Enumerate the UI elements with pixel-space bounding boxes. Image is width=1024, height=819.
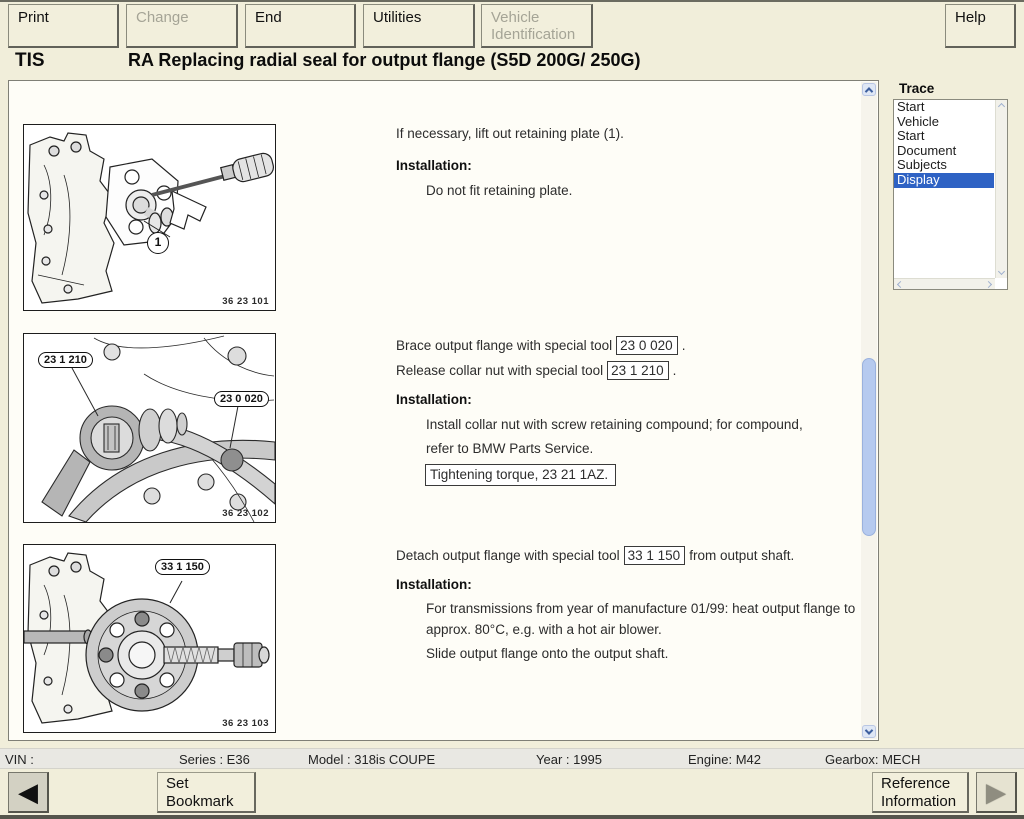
menu-label: End <box>255 9 282 26</box>
chevron-up-icon <box>998 103 1005 110</box>
trace-item-document[interactable]: Document <box>894 144 994 159</box>
special-tool-link-23-0-020[interactable]: 23 0 020 <box>616 336 678 355</box>
scrollbar-thumb[interactable] <box>862 358 876 536</box>
figure-number: 36 23 103 <box>222 718 269 729</box>
instruction-text: . <box>682 338 686 353</box>
special-tool-link-23-1-210[interactable]: 23 1 210 <box>607 361 669 380</box>
instruction-text: Brace output flange with special tool <box>396 338 612 353</box>
chevron-up-icon <box>865 87 873 95</box>
installation-heading: Installation: <box>396 158 472 173</box>
illustration-3-drawing <box>24 545 275 732</box>
instruction-line: Release collar nut with special tool 23 … <box>396 361 676 380</box>
trace-item-display[interactable]: Display <box>894 173 994 188</box>
trace-panel-title: Trace <box>899 81 934 96</box>
menu-label: Help <box>955 9 986 26</box>
instruction-text: from output shaft. <box>689 548 794 563</box>
document-content-area: 1 36 23 101 <box>8 80 879 741</box>
chevron-left-icon <box>897 281 904 288</box>
trace-vertical-scrollbar[interactable] <box>995 100 1007 278</box>
instruction-text: Release collar nut with special tool <box>396 363 603 378</box>
page-title: RA Replacing radial seal for output flan… <box>128 50 640 71</box>
instruction-line: Brace output flange with special tool 23… <box>396 336 685 355</box>
status-series: Series : E36 <box>179 752 250 767</box>
installation-note: Slide output flange onto the output shaf… <box>426 646 668 661</box>
forward-arrow-icon: ▶ <box>986 779 1006 805</box>
tightening-torque-link[interactable]: Tightening torque, 23 21 1AZ. <box>425 464 616 486</box>
app-name: TIS <box>15 50 45 72</box>
menu-button-help[interactable]: Help <box>945 4 1016 48</box>
trace-listbox: Start Vehicle Start Document Subjects Di… <box>893 99 1008 290</box>
instruction-line: Detach output flange with special tool 3… <box>396 546 794 565</box>
trace-item-start-2[interactable]: Start <box>894 129 994 144</box>
technical-illustration-1: 1 36 23 101 <box>23 124 276 311</box>
set-bookmark-label: Set Bookmark <box>166 775 244 811</box>
instruction-text: If necessary, lift out retaining plate (… <box>396 126 624 141</box>
tis-application-window: Print Change End Utilities Vehicle Ident… <box>0 0 1024 819</box>
window-top-edge <box>0 0 1024 2</box>
installation-note: For transmissions from year of manufactu… <box>426 601 855 616</box>
vehicle-status-bar: VIN : Series : E36 Model : 318is COUPE Y… <box>0 748 1024 769</box>
menu-label: Vehicle Identification <box>491 9 587 43</box>
status-gearbox: Gearbox: MECH <box>825 752 920 767</box>
chevron-right-icon <box>985 281 992 288</box>
status-model: Model : 318is COUPE <box>308 752 435 767</box>
menu-button-utilities[interactable]: Utilities <box>363 4 475 48</box>
installation-note: refer to BMW Parts Service. <box>426 441 593 456</box>
chevron-down-icon <box>865 726 873 734</box>
installation-heading: Installation: <box>396 392 472 407</box>
reference-information-label: Reference Information <box>881 775 969 811</box>
installation-heading: Installation: <box>396 577 472 592</box>
scroll-down-button[interactable] <box>862 725 876 738</box>
reference-information-button[interactable]: Reference Information <box>872 772 969 813</box>
trace-item-vehicle[interactable]: Vehicle <box>894 115 994 130</box>
trace-horizontal-scrollbar[interactable] <box>894 278 995 289</box>
menu-button-change: Change <box>126 4 238 48</box>
menu-label: Utilities <box>373 9 421 26</box>
installation-note: Do not fit retaining plate. <box>426 183 572 198</box>
figure-number: 36 23 101 <box>222 296 269 307</box>
installation-note: Install collar nut with screw retaining … <box>426 417 803 432</box>
back-arrow-icon: ◀ <box>18 779 38 805</box>
menu-button-end[interactable]: End <box>245 4 356 48</box>
forward-button[interactable]: ▶ <box>976 772 1017 813</box>
chevron-down-icon <box>998 268 1005 275</box>
content-scrollbar[interactable] <box>861 82 877 739</box>
trace-item-subjects[interactable]: Subjects <box>894 158 994 173</box>
figure-number: 36 23 102 <box>222 508 269 519</box>
technical-illustration-2: 23 1 210 23 0 020 36 23 102 <box>23 333 276 523</box>
tool-bubble-33-1-150: 33 1 150 <box>155 559 210 575</box>
set-bookmark-button[interactable]: Set Bookmark <box>157 772 256 813</box>
instruction-text: Detach output flange with special tool <box>396 548 620 563</box>
menu-button-vehicle-identification: Vehicle Identification <box>481 4 593 48</box>
menu-label: Change <box>136 9 189 26</box>
instruction-text: . <box>673 363 677 378</box>
technical-illustration-3: 33 1 150 36 23 103 <box>23 544 276 733</box>
status-engine: Engine: M42 <box>688 752 761 767</box>
window-bottom-edge <box>0 815 1024 819</box>
illustration-1-drawing <box>24 125 275 310</box>
tool-bubble-23-0-020: 23 0 020 <box>214 391 269 407</box>
status-year: Year : 1995 <box>536 752 602 767</box>
scroll-up-button[interactable] <box>862 83 876 96</box>
special-tool-link-33-1-150[interactable]: 33 1 150 <box>624 546 686 565</box>
status-vin: VIN : <box>5 752 34 767</box>
menu-label: Print <box>18 9 49 26</box>
installation-note: approx. 80°C, e.g. with a hot air blower… <box>426 622 662 637</box>
callout-1: 1 <box>147 232 169 254</box>
back-button[interactable]: ◀ <box>8 772 49 813</box>
tool-bubble-23-1-210: 23 1 210 <box>38 352 93 368</box>
trace-item-start-1[interactable]: Start <box>894 100 994 115</box>
menu-button-print[interactable]: Print <box>8 4 119 48</box>
